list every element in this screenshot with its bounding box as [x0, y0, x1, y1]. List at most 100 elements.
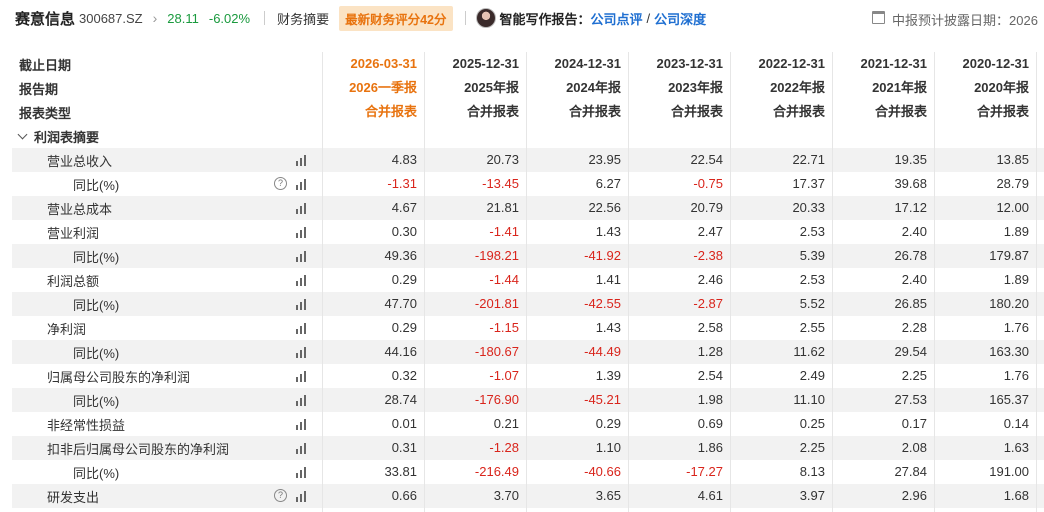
table-cell: 13.85	[996, 152, 1029, 167]
header-row: 报告期 2026一季报 2025年报 2024年报 2023年报 2022年报 2021年报…	[12, 76, 1044, 100]
table-cell: 0.66	[391, 488, 417, 503]
bar-chart-icon[interactable]	[296, 275, 308, 286]
table-cell: -1.44	[489, 272, 519, 287]
column-header: 合并报表	[568, 104, 621, 119]
bar-chart-icon[interactable]	[296, 419, 308, 430]
table-cell: 23.95	[588, 152, 621, 167]
table-cell: 29.54	[894, 344, 927, 359]
stock-name[interactable]: 赛意信息	[15, 8, 75, 29]
table-cell: 26.85	[894, 296, 927, 311]
column-header: 2021年报	[872, 80, 927, 95]
company-review-link[interactable]: 公司点评	[591, 9, 643, 28]
column-header: 2020年报	[974, 80, 1029, 95]
column-header: 2020-12-31	[962, 56, 1030, 71]
table-row: 同比(%) 47.70 -201.81 -42.55 -2.87 5.52 26.85 180…	[12, 292, 1044, 316]
column-header: 2025-12-31	[452, 56, 520, 71]
table-cell: -2.38	[693, 248, 723, 263]
column-header: 2026-03-31	[350, 56, 418, 71]
table-cell: -201.81	[474, 296, 519, 311]
table-cell: 1.86	[697, 440, 723, 455]
table-cell: -17.27	[686, 464, 723, 479]
table-cell: -216.49	[474, 464, 519, 479]
table-cell: 4.83	[391, 152, 417, 167]
table-cell: 3.70	[493, 488, 519, 503]
column-header: 2022年报	[770, 80, 825, 95]
table-cell: 1.41	[595, 272, 621, 287]
chevron-down-icon[interactable]	[17, 129, 28, 139]
table-cell: 12.00	[996, 200, 1029, 215]
table-cell: 6.27	[595, 176, 621, 191]
table-row: 非经常性损益 0.01 0.21 0.29 0.69 0.25 0.17 0.14	[12, 412, 1044, 436]
bar-chart-icon[interactable]	[296, 299, 308, 310]
avatar	[475, 8, 496, 28]
bar-chart-icon[interactable]	[296, 395, 308, 406]
table-row: 同比(%) 33.81 -216.49 -40.66 -17.27 8.13 27.84 19…	[12, 460, 1044, 484]
table-cell: -40.66	[584, 464, 621, 479]
column-divider	[934, 52, 935, 512]
table-cell: 1.10	[595, 440, 621, 455]
bar-chart-icon[interactable]	[296, 323, 308, 334]
financial-score-badge[interactable]: 最新财务评分42分	[339, 5, 453, 31]
table-cell: 5.52	[799, 296, 825, 311]
table-cell: 2.49	[799, 368, 825, 383]
table-cell: 0.32	[391, 368, 417, 383]
table-cell: -13.45	[482, 176, 519, 191]
table-cell: 2.54	[697, 368, 723, 383]
chevron-right-icon[interactable]: ›	[153, 10, 158, 26]
table-cell: 1.76	[1003, 368, 1029, 383]
table-cell: 1.68	[1003, 488, 1029, 503]
column-header: 2025年报	[464, 80, 519, 95]
table-cell: 20.33	[792, 200, 825, 215]
table-cell: -0.75	[693, 176, 723, 191]
column-divider	[832, 52, 833, 512]
bar-chart-icon[interactable]	[296, 443, 308, 454]
table-cell: -2.87	[693, 296, 723, 311]
table-row: 扣非后归属母公司股东的净利润 0.31 -1.28 1.10 1.86 2.25 2.08 1…	[12, 436, 1044, 460]
table-cell: 1.89	[1003, 224, 1029, 239]
row-label: 归属母公司股东的净利润	[47, 369, 191, 385]
bar-chart-icon[interactable]	[296, 227, 308, 238]
table-cell: 49.36	[384, 248, 417, 263]
ai-report-label: 智能写作报告：	[499, 11, 591, 27]
column-divider	[424, 52, 425, 512]
table-cell: 3.65	[595, 488, 621, 503]
table-row: 同比(%) 44.16 -180.67 -44.49 1.28 11.62 29.54 163…	[12, 340, 1044, 364]
bar-chart-icon[interactable]	[296, 251, 308, 262]
table-cell: 3.97	[799, 488, 825, 503]
help-icon[interactable]: ?	[274, 489, 287, 502]
company-depth-link[interactable]: 公司深度	[654, 9, 706, 28]
column-header: 2023年报	[668, 80, 723, 95]
table-cell: 0.14	[1003, 416, 1029, 431]
bar-chart-icon[interactable]	[296, 491, 308, 502]
table-cell: 2.25	[901, 368, 927, 383]
table-cell: -198.21	[474, 248, 519, 263]
bar-chart-icon[interactable]	[296, 371, 308, 382]
calendar-icon	[872, 11, 885, 24]
table-cell: 0.69	[697, 416, 723, 431]
section-toggle[interactable]: 利润表摘要	[12, 124, 322, 148]
row-label: 非经常性损益	[47, 417, 126, 433]
table-row: 同比(%)? -1.31 -13.45 6.27 -0.75 17.37 39.68 28.7…	[12, 172, 1044, 196]
row-label: 同比(%)	[73, 393, 120, 409]
bar-chart-icon[interactable]	[296, 347, 308, 358]
table-row: 营业总收入 4.83 20.73 23.95 22.54 22.71 19.35 13.85	[12, 148, 1044, 172]
bar-chart-icon[interactable]	[296, 467, 308, 478]
header-row-label: 截止日期	[19, 57, 72, 73]
table-row: 归属母公司股东的净利润 0.32 -1.07 1.39 2.54 2.49 2.25 1.76	[12, 364, 1044, 388]
table-cell: 2.28	[901, 320, 927, 335]
help-icon[interactable]: ?	[274, 177, 287, 190]
bar-chart-icon[interactable]	[296, 179, 308, 190]
table-cell: 0.25	[799, 416, 825, 431]
table-cell: 165.37	[989, 392, 1029, 407]
tab-financial-summary[interactable]: 财务摘要	[277, 9, 329, 28]
stock-header-bar: 赛意信息 300687.SZ › 28.11 -6.02% 财务摘要 最新财务评…	[0, 0, 1044, 36]
bar-chart-icon[interactable]	[296, 203, 308, 214]
table-cell: 2.40	[901, 272, 927, 287]
stock-price: 28.11	[167, 10, 199, 26]
table-cell: 1.39	[595, 368, 621, 383]
table-cell: 27.53	[894, 392, 927, 407]
table-cell: 19.35	[894, 152, 927, 167]
table-cell: -44.49	[584, 344, 621, 359]
bar-chart-icon[interactable]	[296, 155, 308, 166]
table-cell: 11.62	[793, 344, 825, 359]
